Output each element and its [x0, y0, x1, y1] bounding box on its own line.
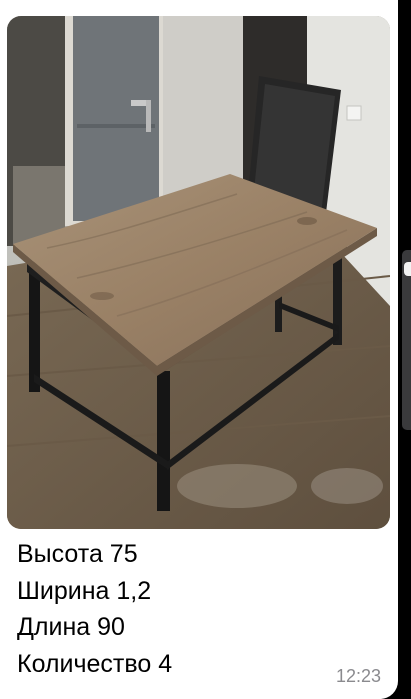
- chat-screen: Высота 75 Ширина 1,2 Длина 90 Количество…: [0, 0, 411, 699]
- side-scroll-indicator: [402, 250, 411, 430]
- length-line: Длина 90: [17, 613, 125, 641]
- width-line: Ширина 1,2: [17, 576, 152, 605]
- message-text: Высота 75 Ширина 1,2 Длина 90 Количество…: [17, 536, 172, 682]
- table-photo-illustration: [7, 16, 390, 529]
- message-bubble[interactable]: Высота 75 Ширина 1,2 Длина 90 Количество…: [0, 0, 398, 699]
- side-indicator-dot: [404, 262, 411, 276]
- message-timestamp: 12:23: [335, 666, 381, 686]
- height-line: Высота 75: [17, 540, 138, 568]
- message-photo[interactable]: [7, 16, 390, 529]
- quantity-line: Количество 4: [17, 649, 173, 678]
